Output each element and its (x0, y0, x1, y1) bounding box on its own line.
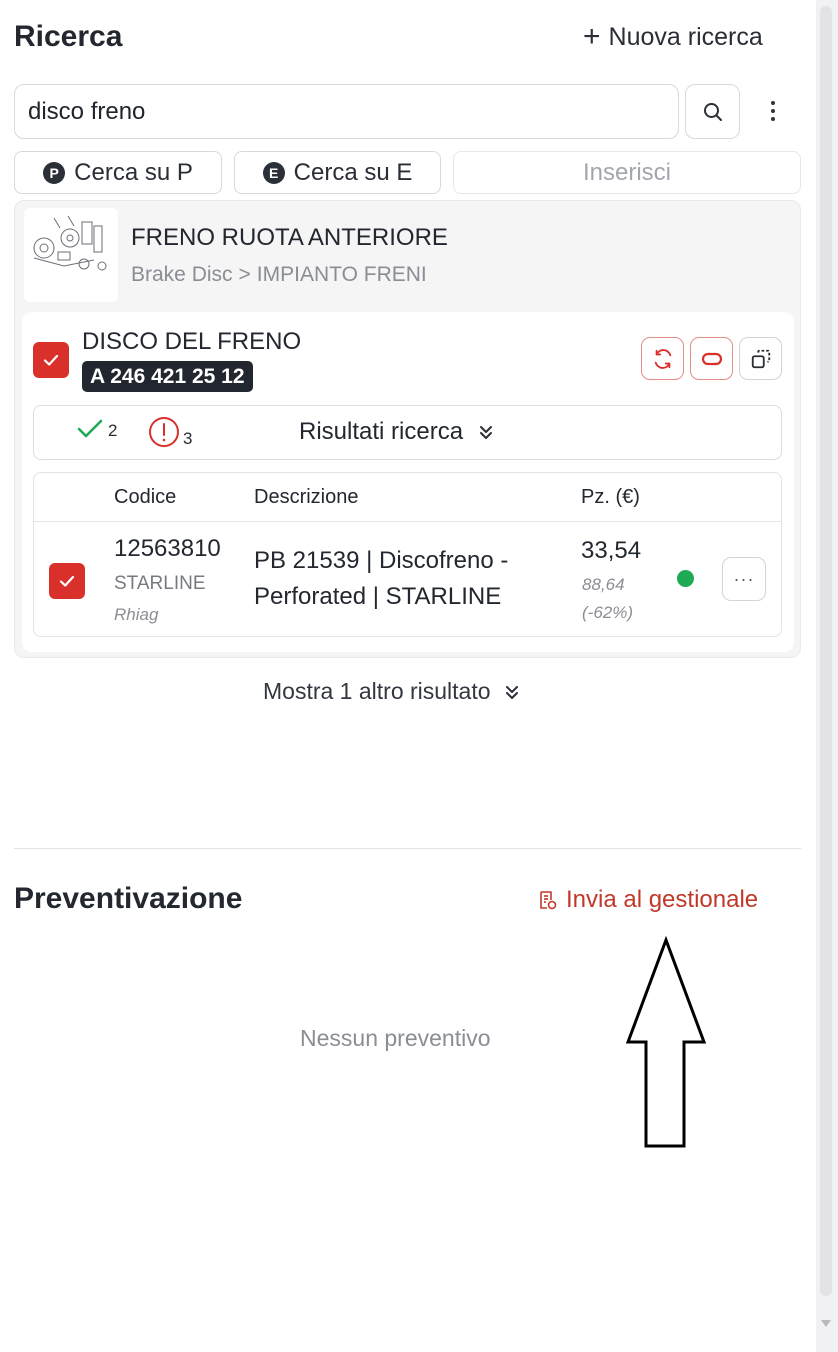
ellipsis-icon: ··· (733, 568, 755, 589)
p-badge-icon: P (43, 161, 66, 184)
search-p-label: Cerca su P (74, 158, 193, 186)
quote-title: Preventivazione (14, 882, 243, 915)
search-icon (703, 102, 722, 121)
ok-count: 2 (76, 418, 117, 440)
part-diagram-thumbnail[interactable] (24, 208, 118, 302)
row-checkbox[interactable] (49, 563, 85, 599)
row-code: 12563810 (114, 535, 221, 562)
chevrons-down-icon (480, 426, 493, 439)
row-list-price: 88,64 (582, 575, 625, 594)
row-brand: STARLINE (114, 573, 206, 594)
alert-icon (149, 417, 179, 447)
scroll-down-arrow-icon[interactable] (821, 1320, 831, 1327)
refresh-icon (654, 348, 671, 369)
availability-status-dot (677, 570, 694, 587)
new-search-label: Nuova ricerca (608, 22, 763, 51)
copy-icon (751, 349, 770, 368)
table-header-divider (34, 521, 781, 522)
column-header-price: Pz. (€) (581, 486, 640, 508)
invoice-icon (540, 891, 557, 910)
e-badge-icon: E (262, 161, 285, 184)
search-input[interactable] (14, 84, 679, 139)
search-results-label[interactable]: Risultati ricerca (299, 418, 495, 446)
insert-button[interactable]: Inserisci (453, 151, 801, 194)
search-e-button[interactable]: E Cerca su E (234, 151, 441, 194)
column-header-description: Descrizione (254, 486, 359, 508)
kebab-icon[interactable] (760, 96, 786, 126)
arrow-annotation (626, 936, 707, 1148)
part-code-badge: A 246 421 25 12 (82, 361, 253, 392)
show-more-label: Mostra 1 altro risultato (263, 678, 491, 704)
row-more-button[interactable]: ··· (722, 557, 766, 601)
copy-button[interactable] (739, 337, 782, 380)
link-button[interactable] (690, 337, 733, 380)
part-checkbox[interactable] (33, 342, 69, 378)
part-name: DISCO DEL FRENO (82, 328, 302, 355)
new-search-button[interactable]: + Nuova ricerca (583, 22, 763, 52)
search-p-button[interactable]: P Cerca su P (14, 151, 222, 194)
show-more-results-button[interactable]: Mostra 1 altro risultato (263, 678, 521, 705)
section-divider (14, 848, 801, 849)
scrollbar-thumb[interactable] (820, 6, 832, 1296)
search-title: Ricerca (14, 20, 123, 53)
checkmark-icon (43, 354, 59, 366)
insert-label: Inserisci (582, 158, 672, 186)
row-discount: (-62%) (582, 603, 634, 622)
breadcrumb-separator: > (238, 263, 251, 286)
breadcrumb-parent[interactable]: Brake Disc (131, 263, 233, 287)
checkmark-icon (59, 575, 75, 587)
link-icon (701, 352, 722, 365)
breadcrumb: Brake Disc > IMPIANTO FRENI (131, 263, 427, 287)
send-to-management-button[interactable]: Invia al gestionale (537, 886, 758, 914)
warning-count-value: 3 (183, 429, 193, 448)
search-results-text: Risultati ricerca (299, 418, 464, 445)
row-description: PB 21539 | Discofreno - Perforated | STA… (254, 547, 509, 610)
column-header-code: Codice (114, 486, 177, 508)
send-to-management-label: Invia al gestionale (566, 886, 759, 913)
row-supplier: Rhiag (114, 605, 159, 624)
refresh-button[interactable] (641, 337, 684, 380)
check-icon (77, 419, 103, 438)
empty-quote-text: Nessun preventivo (300, 1025, 491, 1051)
ok-count-value: 2 (108, 421, 118, 440)
warning-count: 3 (148, 416, 192, 448)
breadcrumb-child[interactable]: IMPIANTO FRENI (257, 263, 427, 287)
plus-icon: + (583, 20, 601, 53)
row-price: 33,54 (581, 537, 642, 564)
search-e-label: Cerca su E (293, 158, 413, 186)
chevrons-down-icon (505, 685, 518, 699)
search-button[interactable] (685, 84, 740, 139)
category-title: FRENO RUOTA ANTERIORE (131, 224, 448, 251)
